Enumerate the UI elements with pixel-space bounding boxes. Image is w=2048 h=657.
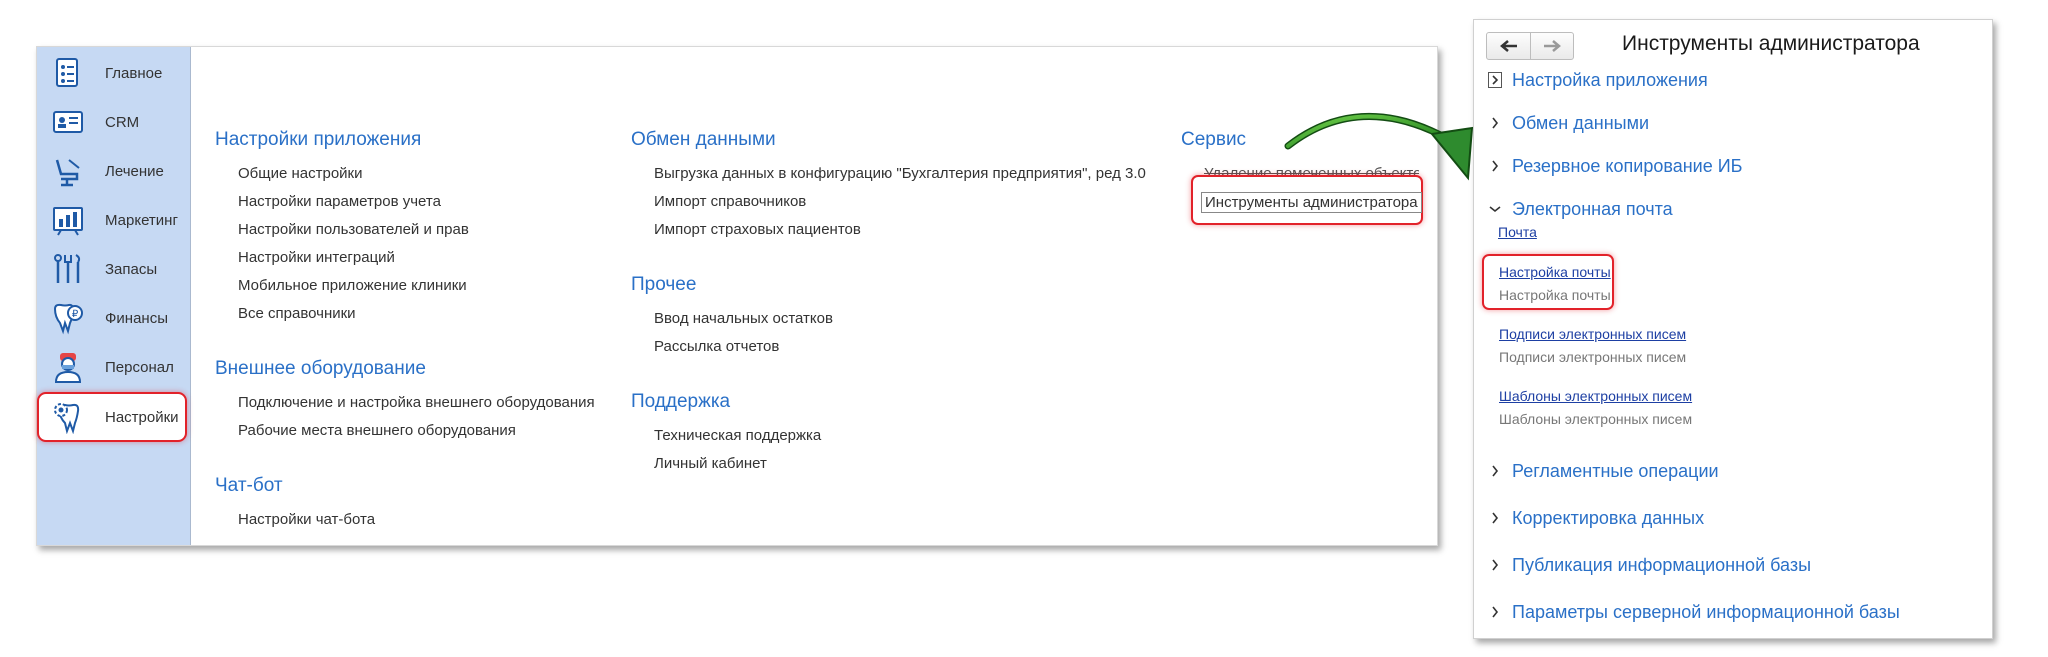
nav-buttons [1486,32,1574,60]
link-general-settings[interactable]: Общие настройки [238,165,363,182]
tooth-settings-icon [54,403,80,434]
link-personal-account[interactable]: Личный кабинет [654,455,767,472]
back-button[interactable] [1487,33,1530,59]
section-label: Резервное копирование ИБ [1512,155,1743,176]
group-title-other: Прочее [631,274,697,295]
link-chatbot-settings[interactable]: Настройки чат-бота [238,511,375,528]
link-integrations[interactable]: Настройки интеграций [238,249,395,266]
group-title-external-equipment: Внешнее оборудование [215,358,426,379]
link-users-rights[interactable]: Настройки пользователей и прав [238,221,469,238]
link-report-mailing[interactable]: Рассылка отчетов [654,338,779,355]
section-label: Параметры серверной информационной базы [1512,601,1900,622]
chevron-right-icon [1488,116,1502,130]
link-accounting-params[interactable]: Настройки параметров учета [238,193,441,210]
sidebar-item-stock[interactable]: Запасы [47,249,187,289]
section-label: Настройка приложения [1512,69,1708,90]
dental-chair-icon [55,159,80,187]
sidebar-item-label: Настройки [105,408,179,426]
crm-card-icon [53,111,83,133]
sidebar-item-label: Лечение [105,162,164,180]
group-title-service: Сервис [1181,129,1247,150]
section-ib-publication[interactable]: Публикация информационной базы [1488,552,1811,578]
chevron-down-icon [1488,202,1502,216]
section-app-settings[interactable]: Настройка приложения [1488,67,1708,93]
section-data-correction[interactable]: Корректировка данных [1488,505,1704,531]
section-label: Электронная почта [1512,198,1673,219]
svg-text:₽: ₽ [72,309,79,320]
sidebar-item-label: Персонал [105,358,174,376]
sidebar-item-label: Запасы [105,260,158,278]
panel-title: Инструменты администратора [1622,32,1920,55]
home-icon [56,58,78,87]
link-email-templates[interactable]: Шаблоны электронных писем [1499,388,1692,404]
link-import-catalogs[interactable]: Импорт справочников [654,193,806,210]
forward-button[interactable] [1530,33,1573,59]
sidebar-item-home[interactable]: Главное [47,53,187,93]
chevron-right-icon [1488,159,1502,173]
group-title-support: Поддержка [631,391,731,412]
link-export-accounting[interactable]: Выгрузка данных в конфигурацию "Бухгалте… [654,165,1146,182]
sidebar-item-crm[interactable]: CRM [47,102,187,142]
section-data-exchange[interactable]: Обмен данными [1488,110,1649,136]
section-label: Обмен данными [1512,112,1650,133]
admin-tools-panel: Инструменты администратора Настройка при… [1473,19,1993,639]
link-opening-balances[interactable]: Ввод начальных остатков [654,310,833,327]
sidebar-item-finance[interactable]: ₽ Финансы [47,298,187,338]
sidebar-item-treatment[interactable]: Лечение [47,151,187,191]
chevron-right-icon [1488,72,1502,88]
chevron-right-icon [1488,511,1502,525]
desc-email-signatures: Подписи электронных писем [1499,349,1687,365]
chevron-right-icon [1488,464,1502,478]
link-mobile-app[interactable]: Мобильное приложение клиники [238,277,467,294]
section-label: Регламентные операции [1512,460,1719,481]
arrow-right-icon [1544,40,1561,52]
section-email[interactable]: Электронная почта [1488,196,1673,222]
link-mail[interactable]: Почта [1498,224,1537,240]
sidebar-item-staff[interactable]: Персонал [47,347,187,387]
sidebar-item-label: Финансы [105,309,168,327]
link-import-insured-patients[interactable]: Импорт страховых пациентов [654,221,861,238]
group-title-data-exchange: Обмен данными [631,129,776,150]
chevron-right-icon [1488,558,1502,572]
marketing-chart-icon [53,207,83,236]
sidebar-item-settings[interactable]: Настройки [37,392,187,442]
sidebar-item-label: Главное [105,64,163,82]
doctor-icon [54,353,82,383]
link-all-catalogs[interactable]: Все справочники [238,305,356,322]
section-label: Публикация информационной базы [1512,554,1812,575]
green-arrow-icon [1284,113,1474,181]
section-scheduled-ops[interactable]: Регламентные операции [1488,458,1719,484]
group-title-app-settings: Настройки приложения [215,129,422,150]
link-equipment-workplaces[interactable]: Рабочие места внешнего оборудования [238,422,516,439]
sidebar: Главное CRM Лечение Маркетинг Запасы ₽ Ф… [37,47,191,545]
dental-tools-icon [54,254,81,283]
link-equipment-setup[interactable]: Подключение и настройка внешнего оборудо… [238,394,595,411]
section-label: Корректировка данных [1512,507,1705,528]
sidebar-item-label: Маркетинг [105,211,178,229]
section-server-params[interactable]: Параметры серверной информационной базы [1488,599,1900,625]
desc-mail-settings: Настройка почты [1499,287,1611,303]
link-mail-settings[interactable]: Настройка почты [1499,264,1611,280]
section-backup[interactable]: Резервное копирование ИБ [1488,153,1742,179]
desc-email-templates: Шаблоны электронных писем [1499,411,1693,427]
link-email-signatures[interactable]: Подписи электронных писем [1499,326,1686,342]
link-tech-support[interactable]: Техническая поддержка [654,427,821,444]
group-title-chatbot: Чат-бот [215,475,283,496]
sidebar-item-label: CRM [105,113,140,131]
sidebar-item-marketing[interactable]: Маркетинг [47,200,187,240]
chevron-right-icon [1488,605,1502,619]
arrow-left-icon [1499,40,1517,52]
tooth-coin-icon: ₽ [53,303,83,335]
main-window: Главное CRM Лечение Маркетинг Запасы ₽ Ф… [36,46,1438,546]
